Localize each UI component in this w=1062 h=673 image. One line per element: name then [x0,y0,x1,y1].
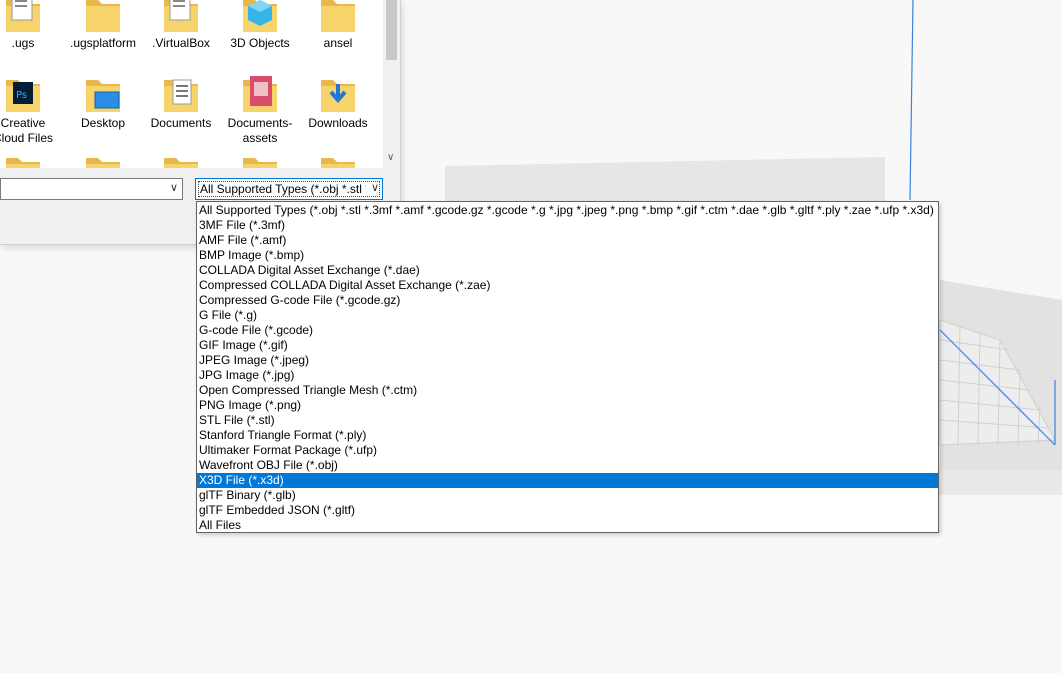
folder-icon [64,0,142,36]
file-type-option[interactable]: Stanford Triangle Format (*.ply) [197,428,938,443]
folder-icon [299,0,377,36]
file-type-option[interactable]: Compressed COLLADA Digital Asset Exchang… [197,278,938,293]
file-item-label: Documents [150,116,212,130]
file-type-option[interactable]: JPG Image (*.jpg) [197,368,938,383]
file-item[interactable]: Desktop [64,72,142,131]
file-type-option[interactable]: X3D File (*.x3d) [197,473,938,488]
file-type-option[interactable]: AMF File (*.amf) [197,233,938,248]
file-item[interactable]: ansel [299,0,377,51]
file-item-label: Desktop [80,116,126,130]
build-volume-edge [909,0,914,201]
file-type-dropdown-list[interactable]: All Supported Types (*.obj *.stl *.3mf *… [196,201,939,533]
chevron-down-icon[interactable]: ∨ [170,181,178,194]
folder-icon[interactable] [142,150,220,168]
file-item-label: Creative Cloud Files [0,116,54,145]
file-item-label: ansel [323,36,353,50]
3d-objects-folder-icon [221,0,299,36]
file-type-option[interactable]: PNG Image (*.png) [197,398,938,413]
file-name-input[interactable]: ∨ [0,178,183,200]
file-type-select[interactable]: All Supported Types (*.obj *.stl * ∨ [195,178,383,200]
file-type-option[interactable]: BMP Image (*.bmp) [197,248,938,263]
folder-icon[interactable] [221,150,299,168]
file-type-selected-value: All Supported Types (*.obj *.stl * [200,182,366,196]
file-item[interactable]: .VirtualBox [142,0,220,51]
file-type-option[interactable]: G File (*.g) [197,308,938,323]
file-type-option[interactable]: 3MF File (*.3mf) [197,218,938,233]
file-item[interactable]: .ugs [0,0,62,51]
file-type-option[interactable]: GIF Image (*.gif) [197,338,938,353]
file-item-label: Documents-assets [227,116,293,145]
build-volume-floor-shadow [938,470,1062,495]
folder-icon[interactable] [299,150,377,168]
file-type-option[interactable]: STL File (*.stl) [197,413,938,428]
file-type-option[interactable]: glTF Binary (*.glb) [197,488,938,503]
downloads-folder-icon [299,72,377,116]
file-item-label: .ugs [11,36,35,50]
file-item-label: .VirtualBox [152,36,210,50]
file-item[interactable]: .ugsplatform [64,0,142,51]
document-folder-icon [142,0,220,36]
scroll-down-arrow-icon[interactable]: ∨ [387,152,394,163]
file-item[interactable]: Ps Creative Cloud Files [0,72,62,146]
file-item[interactable]: Downloads [299,72,377,131]
creative-cloud-folder-icon: Ps [0,72,62,116]
file-type-option[interactable]: COLLADA Digital Asset Exchange (*.dae) [197,263,938,278]
file-type-option[interactable]: All Files [197,518,938,533]
file-type-option[interactable]: glTF Embedded JSON (*.gltf) [197,503,938,518]
image-folder-icon [221,72,299,116]
file-item-label: .ugsplatform [69,36,137,50]
file-type-option[interactable]: Open Compressed Triangle Mesh (*.ctm) [197,383,938,398]
folder-icon[interactable] [64,150,142,168]
chevron-down-icon[interactable]: ∨ [371,181,379,194]
file-type-option[interactable]: JPEG Image (*.jpeg) [197,353,938,368]
document-folder-icon [0,0,62,36]
file-item-label: Downloads [308,116,368,130]
file-type-option[interactable]: G-code File (*.gcode) [197,323,938,338]
file-item[interactable]: Documents [142,72,220,131]
file-type-option[interactable]: Ultimaker Format Package (*.ufp) [197,443,938,458]
desktop-folder-icon [64,72,142,116]
svg-text:Ps: Ps [16,90,27,101]
file-type-option[interactable]: Compressed G-code File (*.gcode.gz) [197,293,938,308]
file-item[interactable]: Documents-assets [221,72,299,146]
file-item[interactable]: 3D Objects [221,0,299,51]
file-list-pane[interactable]: .ugs .ugsplatform .VirtualBox 3D Objects… [0,0,383,168]
documents-folder-icon [142,72,220,116]
file-list-scrollbar[interactable]: ∨ [383,0,400,168]
file-type-option[interactable]: Wavefront OBJ File (*.obj) [197,458,938,473]
scrollbar-thumb[interactable] [386,0,397,60]
folder-icon[interactable] [0,150,62,168]
file-type-option[interactable]: All Supported Types (*.obj *.stl *.3mf *… [197,203,938,218]
file-item-label: 3D Objects [230,36,290,50]
